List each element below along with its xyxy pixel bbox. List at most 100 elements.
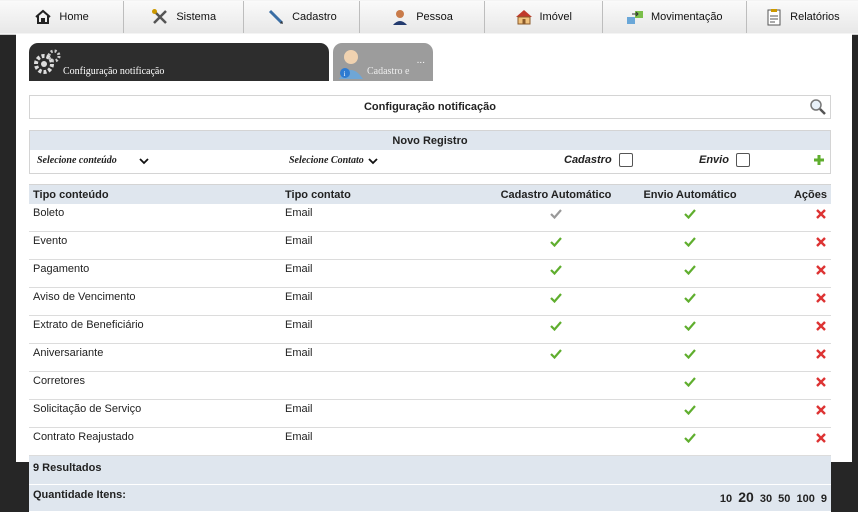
cell-envio-automatico: [623, 427, 757, 456]
col-tipo-conteudo: Tipo conteúdo: [29, 184, 281, 204]
col-cadastro-automatico: Cadastro Automático: [489, 184, 623, 204]
table-row[interactable]: Pagamento Email: [29, 259, 831, 288]
add-icon[interactable]: [813, 154, 825, 166]
cell-cadastro-automatico: [489, 427, 623, 456]
table-row[interactable]: Aviso de Vencimento Email: [29, 287, 831, 316]
cell-tipo-conteudo: Corretores: [29, 371, 281, 400]
cell-tipo-contato: Email: [281, 399, 489, 428]
cell-cadastro-automatico: [489, 259, 623, 288]
cell-tipo-contato: Email: [281, 204, 489, 232]
home-icon: [35, 9, 52, 24]
house-icon: [515, 10, 532, 25]
cell-envio-automatico: [623, 399, 757, 428]
envio-checkbox[interactable]: [735, 153, 750, 167]
cell-tipo-contato: Email: [281, 259, 489, 288]
page-size-option[interactable]: 100: [796, 493, 814, 505]
page-size-option[interactable]: 50: [778, 493, 790, 505]
table-row[interactable]: Extrato de Beneficiário Email: [29, 315, 831, 344]
cell-envio-automatico: [623, 287, 757, 316]
cell-cadastro-automatico: [489, 287, 623, 316]
menu-imovel[interactable]: Imóvel: [484, 1, 603, 33]
cell-tipo-contato: Email: [281, 343, 489, 372]
cell-envio-automatico: [623, 371, 757, 400]
main-menu: Home Sistema Cadastro Pessoa Imóvel Movi…: [0, 0, 858, 35]
check-icon: [684, 349, 696, 360]
cell-envio-automatico: [623, 343, 757, 372]
menu-relatorios[interactable]: Relatórios: [746, 1, 858, 33]
quantity-label: Quantidade Itens:: [33, 489, 126, 501]
col-acoes: Ações: [757, 184, 831, 204]
table-row[interactable]: Solicitação de Serviço Email: [29, 399, 831, 428]
check-icon: [684, 321, 696, 332]
page-size-selector: 10 20 30 50 100 9: [717, 489, 827, 505]
tab-configuracao-notificacao[interactable]: Configuração notificação: [29, 43, 329, 81]
menu-cadastro[interactable]: Cadastro: [244, 1, 361, 33]
cell-tipo-contato: Email: [281, 427, 489, 456]
gears-icon: [34, 49, 61, 74]
page-size-option[interactable]: 9: [821, 493, 827, 505]
cell-tipo-contato: [281, 371, 489, 400]
check-icon: [684, 433, 696, 444]
cell-cadastro-automatico: [489, 399, 623, 428]
new-record-row: Selecione conteúdo Selecione Contato Cad…: [30, 150, 830, 172]
results-row: 9 Resultados: [29, 455, 831, 485]
contact-select[interactable]: Selecione Contato: [289, 155, 378, 166]
check-icon: [550, 237, 562, 248]
menu-label: Relatórios: [790, 11, 840, 23]
cell-acoes: [757, 315, 831, 344]
page-size-option[interactable]: 10: [720, 493, 732, 505]
check-icon: [550, 209, 562, 220]
transfer-icon: [627, 11, 644, 24]
tab-cadastro[interactable]: i Cadastro e ...: [333, 43, 433, 81]
table-row[interactable]: Contrato Reajustado Email: [29, 427, 831, 456]
delete-icon[interactable]: [815, 349, 827, 359]
cell-acoes: [757, 399, 831, 428]
check-icon: [550, 265, 562, 276]
person-info-icon: i: [339, 50, 363, 79]
tab-label: Cadastro e: [367, 66, 410, 77]
person-icon: [393, 10, 408, 25]
table-row[interactable]: Aniversariante Email: [29, 343, 831, 372]
check-icon: [684, 405, 696, 416]
page-size-option-selected[interactable]: 20: [738, 489, 754, 505]
page-size-option[interactable]: 30: [760, 493, 772, 505]
delete-icon[interactable]: [815, 433, 827, 443]
pen-icon: [269, 9, 284, 25]
table-row[interactable]: Evento Email: [29, 231, 831, 260]
cadastro-checkbox[interactable]: [618, 153, 633, 167]
delete-icon[interactable]: [815, 321, 827, 331]
page-title-bar: Configuração notificação: [29, 95, 831, 119]
content-select-label: Selecione conteúdo: [37, 155, 117, 166]
cell-acoes: [757, 287, 831, 316]
delete-icon[interactable]: [815, 293, 827, 303]
table-row[interactable]: Corretores: [29, 371, 831, 400]
delete-icon[interactable]: [815, 377, 827, 387]
cell-acoes: [757, 343, 831, 372]
menu-label: Imóvel: [539, 11, 572, 23]
delete-icon[interactable]: [815, 237, 827, 247]
cell-acoes: [757, 204, 831, 232]
menu-pessoa[interactable]: Pessoa: [360, 1, 485, 33]
cadastro-label: Cadastro: [564, 154, 612, 166]
tools-icon: [152, 9, 168, 24]
new-record-form: Novo Registro Selecione conteúdo Selecio…: [29, 130, 831, 174]
menu-home[interactable]: Home: [0, 1, 125, 33]
check-icon: [684, 209, 696, 220]
cell-acoes: [757, 231, 831, 260]
content-select[interactable]: Selecione conteúdo: [37, 155, 149, 166]
cell-envio-automatico: [623, 259, 757, 288]
check-icon: [684, 265, 696, 276]
menu-label: Movimentação: [651, 11, 723, 23]
menu-movimentacao[interactable]: Movimentação: [602, 1, 747, 33]
check-icon: [684, 293, 696, 304]
cell-tipo-conteudo: Pagamento: [29, 259, 281, 288]
cell-tipo-conteudo: Extrato de Beneficiário: [29, 315, 281, 344]
chevron-down-icon: [368, 157, 378, 164]
delete-icon[interactable]: [815, 405, 827, 415]
cell-cadastro-automatico: [489, 204, 623, 232]
delete-icon[interactable]: [815, 209, 827, 219]
search-icon[interactable]: [809, 98, 827, 116]
delete-icon[interactable]: [815, 265, 827, 275]
table-row[interactable]: Boleto Email: [29, 204, 831, 232]
menu-sistema[interactable]: Sistema: [124, 1, 245, 33]
